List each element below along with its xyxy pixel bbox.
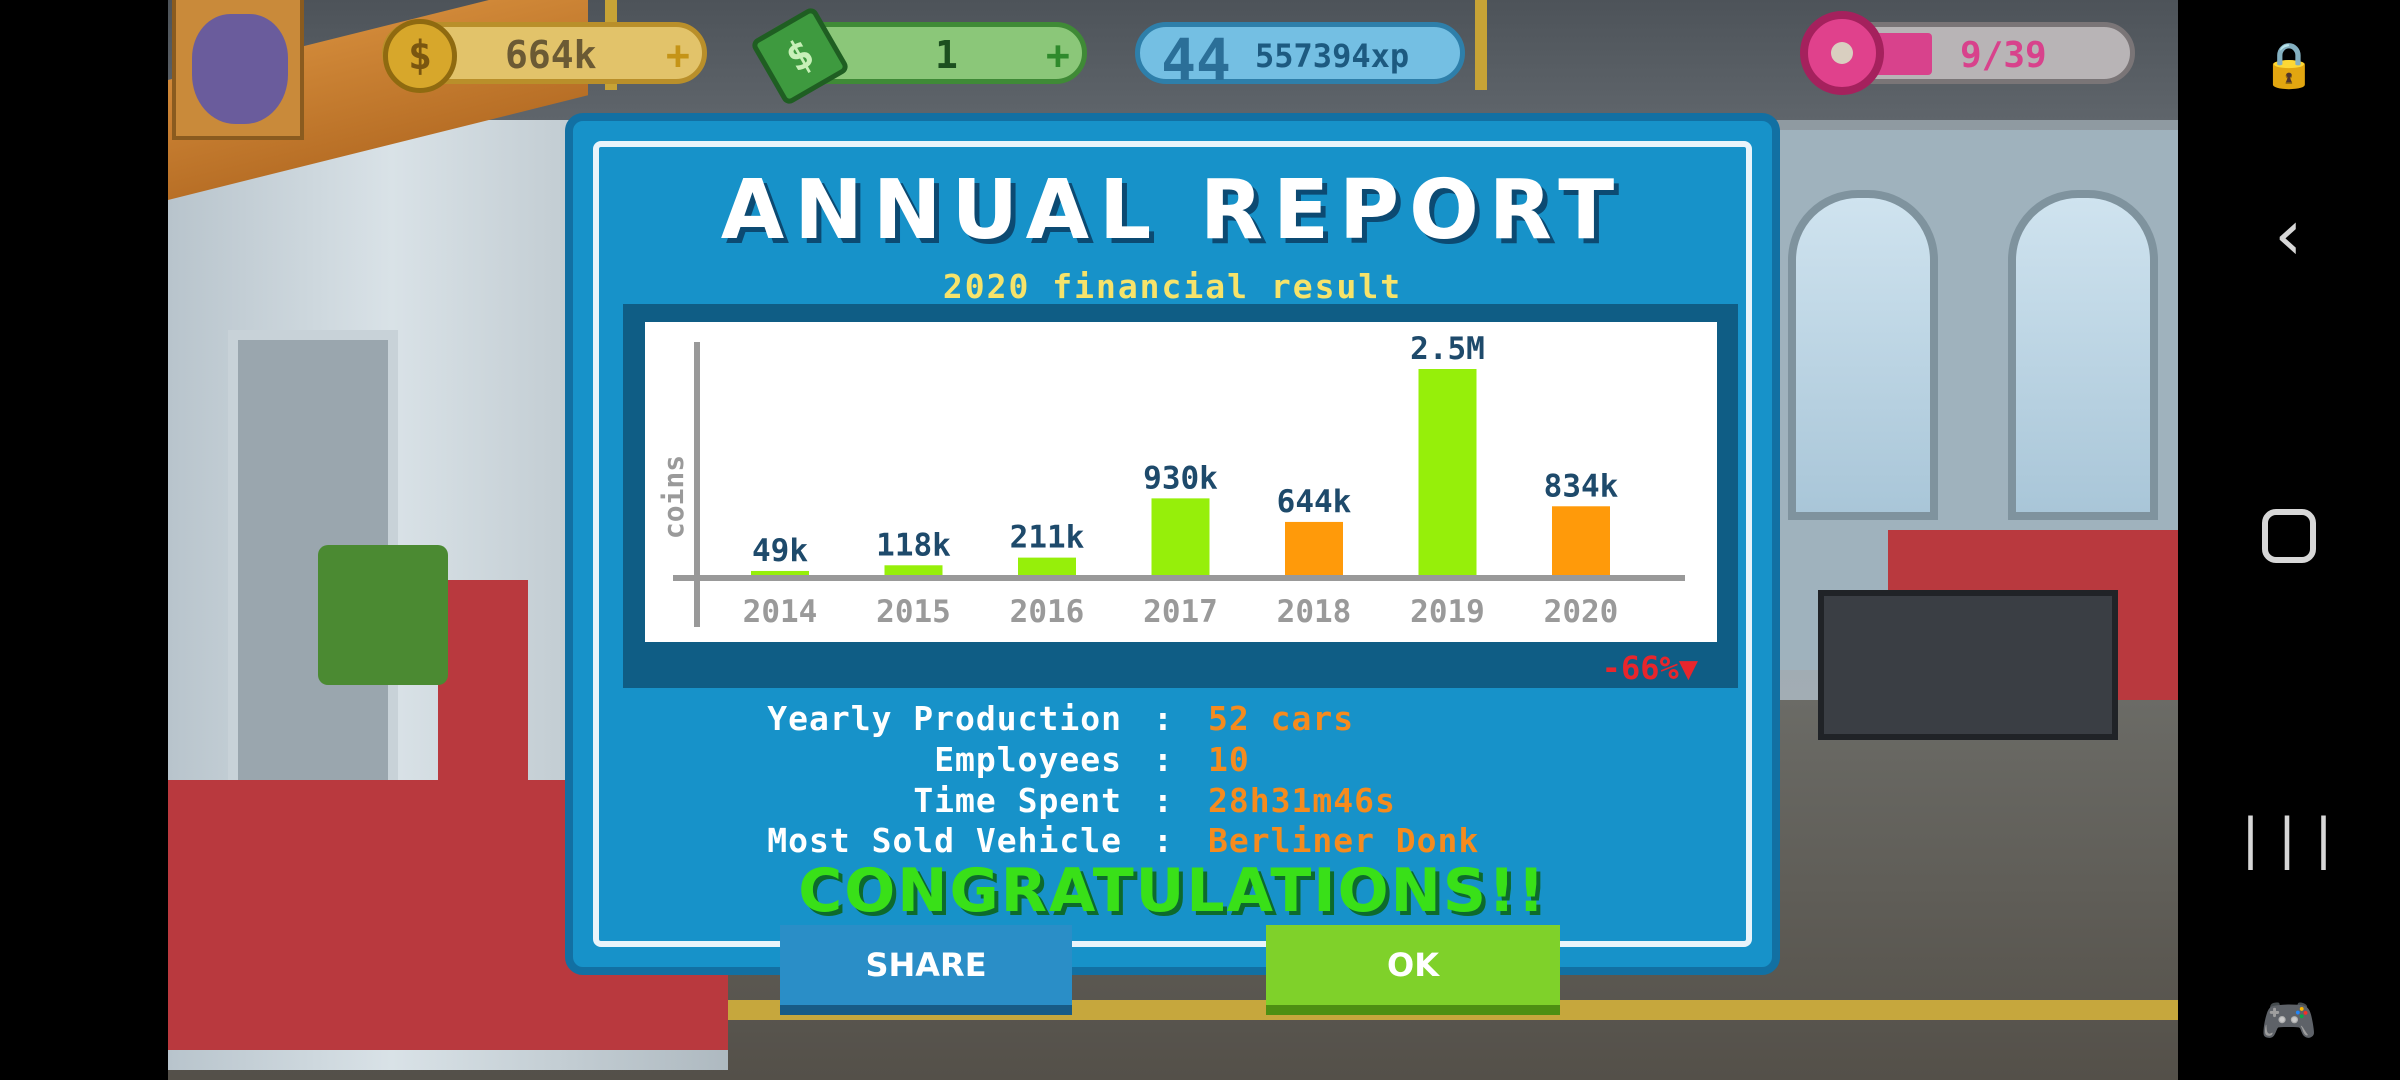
stat-label: Time Spent	[913, 781, 1122, 820]
bar-value-label: 930k	[1143, 460, 1218, 496]
add-cash-icon[interactable]: +	[1046, 33, 1070, 79]
bar-value-label: 834k	[1544, 468, 1619, 504]
donut-counter[interactable]: 9/39	[1800, 11, 2135, 95]
home-icon[interactable]	[2178, 476, 2400, 596]
ok-button[interactable]: OK	[1266, 925, 1560, 1015]
y-axis-label: coins	[657, 455, 690, 539]
bar-2015	[884, 565, 943, 575]
bar-2017	[1151, 498, 1210, 575]
stat-separator: :	[1153, 740, 1174, 779]
stat-label: Yearly Production	[767, 699, 1122, 738]
back-icon[interactable]: ‹	[2178, 175, 2400, 295]
x-tick-label: 2019	[1410, 594, 1485, 630]
donut-icon	[1800, 11, 1884, 95]
stat-value: 10	[1208, 740, 1250, 779]
x-tick-label: 2015	[876, 594, 951, 630]
game-tools-icon[interactable]: 🎮	[2178, 960, 2400, 1080]
coin-icon: $	[383, 19, 457, 93]
congratulations-text: CONGRATULATIONS!!	[798, 856, 1547, 926]
x-tick-label: 2017	[1143, 594, 1218, 630]
stat-value: 52 cars	[1208, 699, 1355, 738]
level-badge: 44	[1161, 26, 1231, 94]
bar-2020	[1552, 506, 1610, 575]
stat-label: Most Sold Vehicle	[767, 821, 1122, 860]
bar-value-label: 644k	[1277, 484, 1352, 520]
bar-value-label: 49k	[752, 533, 808, 569]
system-navigation-bar: 🔒 ‹ ||| 🎮	[2178, 0, 2400, 1080]
cash-value: 1	[935, 33, 958, 77]
coins-value: 664k	[505, 33, 597, 77]
stat-separator: :	[1153, 781, 1174, 820]
coins-counter[interactable]: $ 664k +	[382, 19, 707, 93]
arched-window	[1788, 190, 1938, 520]
x-tick-label: 2018	[1277, 594, 1352, 630]
player-avatar[interactable]	[172, 0, 304, 140]
stat-row: Time Spent : 28h31m46s	[573, 781, 1772, 821]
revenue-chart-svg: coins 49k 2014 118k 2015 211k 2016 930k 2017 644k…	[657, 331, 1685, 630]
bar-value-label: 211k	[1010, 520, 1085, 556]
x-tick-label: 2014	[743, 594, 818, 630]
dialog-title: ANNUAL REPORT	[720, 163, 1625, 258]
annual-report-dialog: ANNUAL REPORT 2020 financial result coin…	[565, 113, 1780, 975]
stat-row: Employees : 10	[573, 740, 1772, 780]
stat-value: 28h31m46s	[1208, 781, 1396, 820]
stat-separator: :	[1153, 699, 1174, 738]
stat-separator: :	[1153, 821, 1174, 860]
screen-lock-icon[interactable]: 🔒	[2178, 5, 2400, 125]
bar-value-label: 118k	[876, 527, 951, 563]
bar-value-label: 2.5M	[1410, 331, 1485, 367]
change-percent: -66%▼	[1601, 649, 1698, 687]
chart-frame: coins 49k 2014 118k 2015 211k 2016 930k 2017 644k…	[623, 304, 1738, 688]
arched-window	[2008, 190, 2158, 520]
stat-label: Employees	[934, 740, 1122, 779]
dialog-subtitle: 2020 financial result	[942, 267, 1403, 306]
cash-counter[interactable]: $ 1 +	[749, 5, 1087, 107]
x-tick-label: 2020	[1544, 594, 1619, 630]
xp-counter[interactable]: 44 557394xp	[1135, 22, 1465, 94]
hud-divider	[1475, 0, 1487, 90]
bush	[318, 545, 448, 685]
stat-row: Most Sold Vehicle : Berliner Donk	[573, 821, 1772, 861]
stat-value: Berliner Donk	[1208, 821, 1480, 860]
xp-value: 557394xp	[1255, 37, 1410, 75]
stat-row: Yearly Production : 52 cars	[573, 699, 1772, 739]
bar-2018	[1285, 521, 1343, 575]
bar-2019	[1418, 369, 1477, 575]
factory-machine	[1818, 590, 2118, 740]
bar-2016	[1018, 557, 1076, 575]
avatar-icon	[192, 14, 288, 124]
donut-value: 9/39	[1960, 35, 2047, 76]
add-coins-icon[interactable]: +	[666, 33, 690, 79]
recent-apps-icon[interactable]: |||	[2178, 778, 2400, 898]
x-tick-label: 2016	[1010, 594, 1085, 630]
bar-2014	[751, 570, 809, 575]
share-button[interactable]: SHARE	[780, 925, 1072, 1015]
red-wall-pillar	[438, 580, 528, 810]
revenue-chart: coins 49k 2014 118k 2015 211k 2016 930k 2017 644k…	[645, 322, 1717, 642]
